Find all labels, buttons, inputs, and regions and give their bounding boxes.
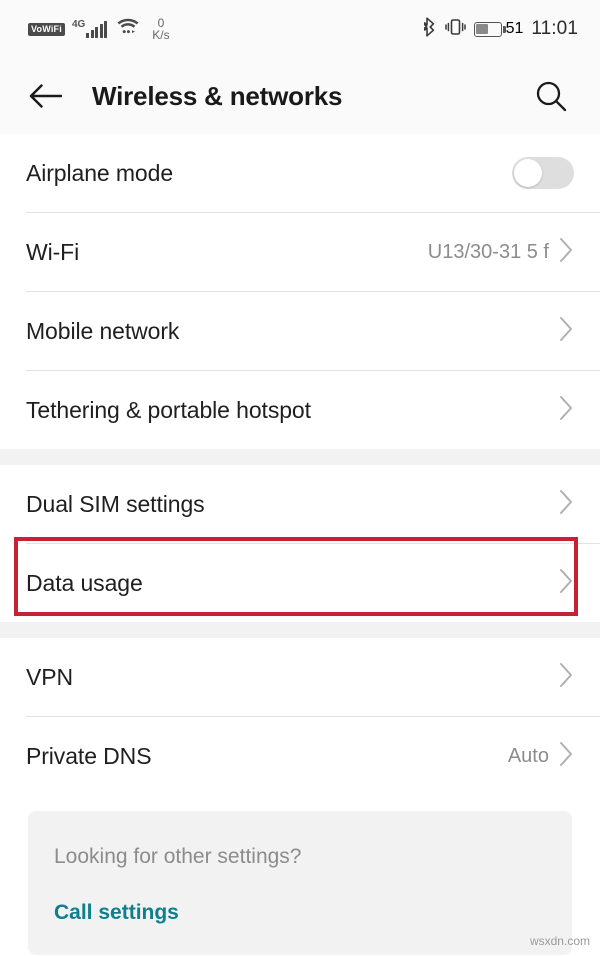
- battery-icon: 51: [474, 20, 523, 38]
- app-header: Wireless & networks: [0, 58, 600, 134]
- chevron-right-icon: [559, 395, 574, 426]
- chevron-right-icon: [559, 741, 574, 772]
- settings-section-vpn-dns: VPN Private DNS Auto: [0, 638, 600, 795]
- status-bar-right: 51 11:01: [423, 16, 578, 42]
- wifi-icon: [117, 18, 139, 40]
- settings-row-private-dns[interactable]: Private DNS Auto: [0, 717, 600, 795]
- row-label: Wi-Fi: [26, 238, 80, 265]
- footer-card-area: Looking for other settings? Call setting…: [0, 795, 600, 956]
- row-label: VPN: [26, 663, 73, 690]
- row-value: U13/30-31 5 f: [427, 240, 549, 263]
- battery-level-label: 51: [505, 20, 524, 37]
- other-settings-card: Looking for other settings? Call setting…: [28, 811, 572, 955]
- search-icon[interactable]: [530, 75, 572, 117]
- other-settings-question: Looking for other settings?: [54, 845, 302, 868]
- signal-bars-icon: 4G: [71, 19, 108, 38]
- back-arrow-icon[interactable]: [28, 75, 70, 117]
- data-rate-indicator: 0 K/s: [152, 17, 169, 41]
- section-gap: [0, 449, 600, 465]
- chevron-right-icon: [559, 662, 574, 693]
- settings-row-tethering[interactable]: Tethering & portable hotspot: [0, 371, 600, 449]
- vowifi-badge-icon: VoWiFi: [28, 22, 65, 36]
- settings-row-airplane-mode[interactable]: Airplane mode: [0, 134, 600, 212]
- row-label: Dual SIM settings: [26, 490, 205, 517]
- row-label: Airplane mode: [26, 159, 174, 186]
- data-rate-unit: K/s: [152, 28, 170, 42]
- vibrate-icon: [445, 17, 466, 42]
- phone-screen: VoWiFi 4G 0 K/s 51 11:01 Wireless & netw…: [0, 0, 600, 956]
- settings-row-data-usage[interactable]: Data usage: [0, 544, 600, 622]
- clock-label: 11:01: [531, 18, 578, 39]
- settings-row-dual-sim-settings[interactable]: Dual SIM settings: [0, 465, 600, 543]
- row-label: Tethering & portable hotspot: [26, 396, 311, 423]
- signal-strength-bars: [86, 21, 108, 38]
- chevron-right-icon: [559, 489, 574, 520]
- settings-section-connectivity: Airplane mode Wi-Fi U13/30-31 5 f Mobile…: [0, 134, 600, 449]
- chevron-right-icon: [559, 237, 574, 268]
- settings-list: Airplane mode Wi-Fi U13/30-31 5 f Mobile…: [0, 134, 600, 956]
- row-value: Auto: [507, 744, 549, 767]
- section-gap: [0, 622, 600, 638]
- status-bar: VoWiFi 4G 0 K/s 51 11:01: [0, 0, 600, 58]
- settings-row-vpn[interactable]: VPN: [0, 638, 600, 716]
- airplane-mode-toggle[interactable]: [512, 157, 574, 189]
- chevron-right-icon: [559, 316, 574, 347]
- row-label: Private DNS: [26, 742, 152, 769]
- status-bar-left: VoWiFi 4G 0 K/s: [28, 17, 170, 41]
- call-settings-link[interactable]: Call settings: [54, 901, 179, 925]
- settings-row-wifi[interactable]: Wi-Fi U13/30-31 5 f: [0, 213, 600, 291]
- settings-row-mobile-network[interactable]: Mobile network: [0, 292, 600, 370]
- network-type-label: 4G: [71, 19, 86, 30]
- bluetooth-icon: [423, 16, 437, 42]
- chevron-right-icon: [559, 568, 574, 599]
- row-label: Mobile network: [26, 317, 180, 344]
- settings-section-sim-data: Dual SIM settings Data usage: [0, 465, 600, 622]
- page-title: Wireless & networks: [92, 80, 343, 111]
- watermark: wsxdn.com: [529, 934, 590, 948]
- row-label: Data usage: [26, 569, 143, 596]
